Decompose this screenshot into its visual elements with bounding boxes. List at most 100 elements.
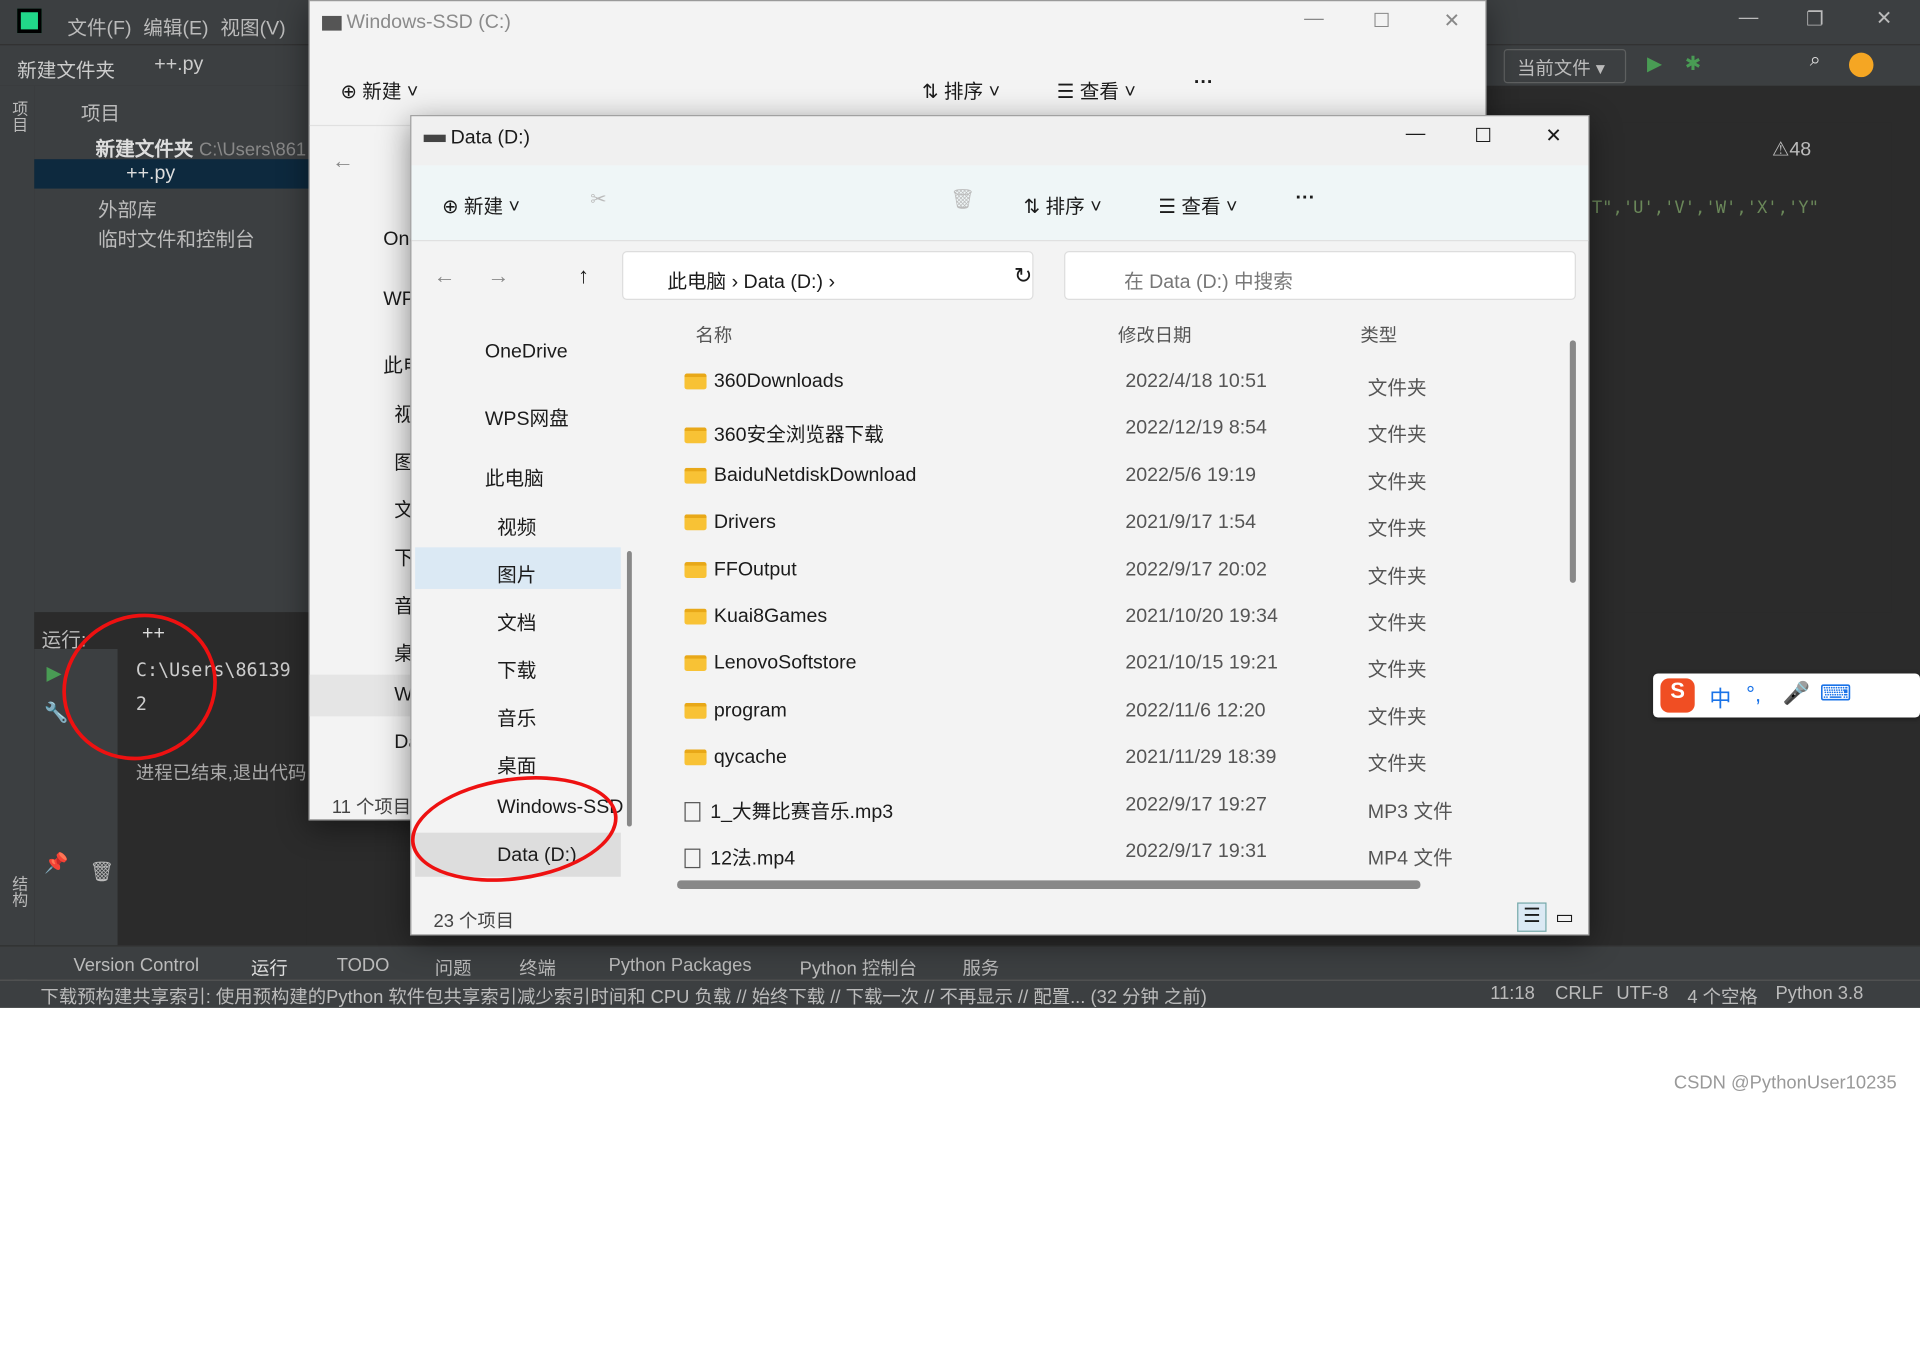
nav-docs[interactable]: 文档 (497, 606, 536, 635)
file-row[interactable]: 360Downloads 2022/4/18 10:51 文件夹 (662, 360, 1556, 407)
column-name[interactable]: 名称 (696, 322, 733, 348)
nav-c-windows[interactable]: W (309, 674, 414, 717)
tab-run[interactable]: 运行 (251, 955, 288, 981)
close-icon[interactable]: ✕ (1545, 124, 1561, 148)
close-icon[interactable]: ✕ (1444, 9, 1460, 33)
update-icon[interactable] (1848, 52, 1874, 78)
restore-icon[interactable]: ❐ (1806, 7, 1824, 31)
side-label-structure[interactable]: 结构 (7, 876, 30, 908)
status-message[interactable]: 下载预构建共享索引: 使用预构建的Python 软件包共享索引减少索引时间和 C… (40, 983, 1206, 1009)
project-header[interactable]: 项目 (81, 97, 120, 126)
view-button[interactable]: ☰ 查看 ˅ (1158, 190, 1237, 219)
keyboard-icon[interactable]: ⌨ (1820, 681, 1852, 707)
new-button[interactable]: ⊕ 新建 ˅ (442, 190, 520, 219)
status-indent[interactable]: 4 个空格 (1687, 983, 1757, 1009)
file-row[interactable]: FFOutput 2022/9/17 20:02 文件夹 (662, 548, 1556, 595)
details-view-icon[interactable]: ☰ (1517, 902, 1547, 932)
status-encoding[interactable]: UTF-8 (1616, 983, 1668, 1004)
up-icon[interactable]: ↑ (578, 263, 589, 289)
file-row[interactable]: 1_大舞比赛音乐.mp3 2022/9/17 19:27 MP3 文件 (662, 783, 1556, 830)
file-type: MP4 文件 (1367, 848, 1453, 870)
window-title-c: Windows-SSD (C:) (346, 12, 511, 34)
nav-music[interactable]: 音乐 (497, 702, 536, 731)
minimize-icon[interactable]: — (1739, 7, 1759, 29)
horizontal-scrollbar[interactable] (677, 880, 1421, 889)
close-icon[interactable]: ✕ (1876, 6, 1892, 30)
column-date[interactable]: 修改日期 (1118, 322, 1191, 348)
sort-button[interactable]: ⇅ 排序 ˅ (1024, 190, 1102, 219)
minimize-icon[interactable]: — (1304, 9, 1324, 31)
debug-icon[interactable]: ✱ (1685, 51, 1701, 75)
status-bar: 下载预构建共享索引: 使用预构建的Python 软件包共享索引减少索引时间和 C… (0, 979, 1920, 1009)
file-row[interactable]: BaiduNetdiskDownload 2022/5/6 19:19 文件夹 (662, 454, 1556, 501)
nav-onedrive[interactable]: OneDrive (485, 342, 568, 364)
tiles-view-icon[interactable]: ▭ (1555, 905, 1574, 929)
side-label-project[interactable]: 项目 (7, 100, 30, 132)
back-icon[interactable]: ← (332, 148, 354, 174)
cut-icon[interactable]: ✂ (590, 187, 606, 211)
tab-python-console[interactable]: Python 控制台 (800, 955, 917, 981)
tab-todo[interactable]: TODO (337, 955, 390, 976)
maximize-icon[interactable]: ☐ (1373, 9, 1391, 33)
back-icon[interactable]: ← (433, 263, 455, 289)
column-type[interactable]: 类型 (1360, 322, 1397, 348)
more-icon[interactable]: ··· (1194, 72, 1214, 94)
nav-wps[interactable]: WPS网盘 (485, 402, 569, 431)
address-drive[interactable]: Data (D:) (744, 272, 823, 293)
breadcrumb-file[interactable]: ++.py (154, 54, 203, 76)
refresh-icon[interactable]: ↻ (1014, 263, 1032, 289)
pin-icon[interactable]: 📌 (44, 851, 68, 875)
address-bar[interactable]: 此电脑 › Data (D:) › (622, 251, 1034, 301)
file-row[interactable]: Drivers 2021/9/17 1:54 文件夹 (662, 501, 1556, 548)
run-config-select[interactable]: 当前文件 ▾ (1503, 48, 1627, 84)
nav-downloads[interactable]: 下载 (497, 654, 536, 683)
new-button[interactable]: ⊕ 新建 ˅ (340, 75, 418, 104)
view-button[interactable]: ☰ 查看 ˅ (1057, 75, 1136, 104)
tab-services[interactable]: 服务 (962, 955, 999, 981)
tree-item-folder[interactable]: 新建文件夹 C:\Users\861 (47, 132, 309, 161)
file-row[interactable]: program 2022/11/6 12:20 文件夹 (662, 689, 1556, 736)
nav-pictures-row[interactable]: 图片 (415, 547, 621, 589)
tab-python-packages[interactable]: Python Packages (609, 955, 752, 976)
more-icon[interactable]: ··· (1296, 187, 1316, 209)
warning-count[interactable]: ⚠48 (1772, 137, 1811, 161)
nav-desktop[interactable]: 桌面 (497, 749, 536, 778)
search-box[interactable]: 在 Data (D:) 中搜索 (1064, 251, 1576, 301)
file-row[interactable]: Kuai8Games 2021/10/20 19:34 文件夹 (662, 595, 1556, 642)
address-pc[interactable]: 此电脑 (667, 272, 726, 293)
tab-terminal[interactable]: 终端 (519, 955, 556, 981)
ime-lang[interactable]: 中 (1709, 682, 1731, 714)
breadcrumb-folder[interactable]: 新建文件夹 (17, 54, 115, 83)
nav-this-pc[interactable]: 此电脑 (485, 462, 544, 491)
tree-item-scratches[interactable]: 临时文件和控制台 (98, 223, 255, 252)
minimize-icon[interactable]: — (1406, 124, 1426, 146)
status-line-sep[interactable]: CRLF (1555, 983, 1603, 1004)
rerun-icon[interactable]: ▶ (47, 661, 62, 685)
menu-file[interactable]: 文件(F) (67, 11, 131, 40)
nav-video[interactable]: 视频 (497, 511, 536, 540)
delete-icon[interactable]: 🗑 (950, 187, 975, 211)
tab-problems[interactable]: 问题 (435, 955, 472, 981)
vertical-scrollbar[interactable] (1569, 340, 1576, 583)
maximize-icon[interactable]: ☐ (1474, 124, 1492, 148)
sort-button[interactable]: ⇅ 排序 ˅ (922, 75, 1000, 104)
file-type: 文件夹 (1367, 613, 1427, 635)
tree-item-libs[interactable]: 外部库 (98, 193, 157, 222)
nav-scrollbar[interactable] (626, 551, 632, 827)
status-position[interactable]: 11:18 (1490, 983, 1535, 1004)
microphone-icon[interactable]: 🎤 (1783, 681, 1810, 707)
file-row[interactable]: qycache 2021/11/29 18:39 文件夹 (662, 736, 1556, 783)
ime-punct[interactable]: °, (1746, 682, 1761, 708)
search-icon[interactable]: ⌕ (1810, 50, 1821, 72)
run-icon[interactable]: ▶ (1647, 51, 1662, 75)
menu-view[interactable]: 视图(V) (220, 11, 285, 40)
menu-edit[interactable]: 编辑(E) (143, 11, 208, 40)
forward-icon[interactable]: → (487, 263, 509, 289)
status-interpreter[interactable]: Python 3.8 (1776, 983, 1864, 1004)
trash-icon[interactable]: 🗑 (89, 860, 114, 884)
file-row[interactable]: 360安全浏览器下载 2022/12/19 8:54 文件夹 (662, 407, 1556, 454)
file-row[interactable]: LenovoSoftstore 2021/10/15 19:21 文件夹 (662, 642, 1556, 689)
tree-item-file[interactable]: ++.py (34, 159, 309, 189)
tab-version-control[interactable]: Version Control (73, 955, 199, 976)
file-row[interactable]: 12法.mp4 2022/9/17 19:31 MP4 文件 (662, 830, 1556, 877)
